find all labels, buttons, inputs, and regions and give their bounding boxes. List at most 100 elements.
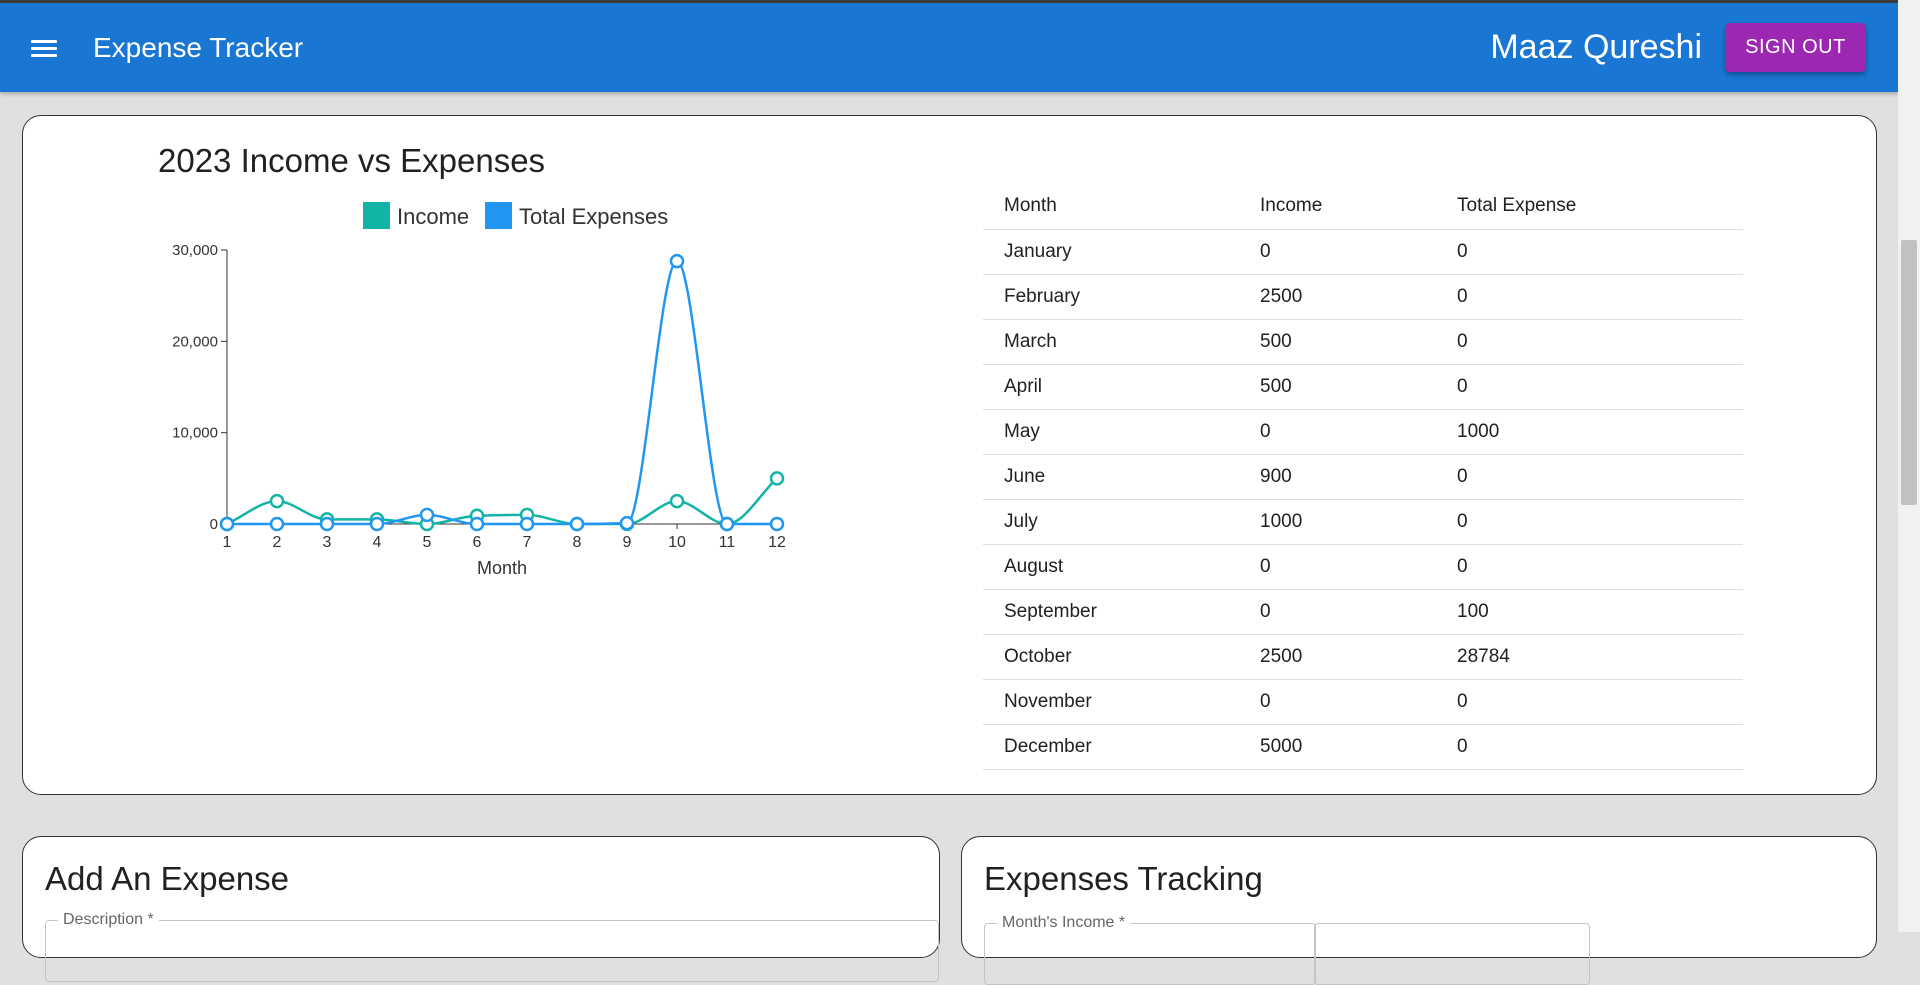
income-cell: 0 xyxy=(1239,409,1436,455)
user-name: Maaz Qureshi xyxy=(1490,28,1702,66)
table-row: April 500 0 xyxy=(983,364,1743,410)
table-row: September 0 100 xyxy=(983,589,1743,635)
x-tick-label: 7 xyxy=(523,534,532,551)
table-row: December 5000 0 xyxy=(983,724,1743,770)
x-tick-label: 2 xyxy=(273,534,282,551)
total-expenses-line xyxy=(227,259,777,526)
month-cell: October xyxy=(983,634,1239,680)
month-cell: June xyxy=(983,454,1239,500)
month-cell: January xyxy=(983,229,1239,275)
description-label: Description * xyxy=(58,911,159,929)
month-cell: December xyxy=(983,724,1239,770)
table-row: May 0 1000 xyxy=(983,409,1743,455)
scrollbar-thumb[interactable] xyxy=(1901,240,1917,505)
total-expenses-point xyxy=(269,516,285,532)
income-cell: 0 xyxy=(1239,589,1436,635)
legend-swatch xyxy=(485,202,512,229)
total-expenses-point xyxy=(719,516,735,532)
expense-cell: 0 xyxy=(1436,454,1743,500)
sign-out-button[interactable]: SIGN OUT xyxy=(1725,23,1866,72)
total-expenses-point xyxy=(469,516,485,532)
add-expense-heading: Add An Expense xyxy=(45,860,290,897)
total-expenses-point xyxy=(769,516,785,532)
x-tick-label: 4 xyxy=(373,534,382,551)
income-cell: 2500 xyxy=(1239,274,1436,320)
x-tick-label: 5 xyxy=(423,534,432,551)
table-row: November 0 0 xyxy=(983,679,1743,725)
income-point xyxy=(769,471,785,486)
page-scrollbar[interactable] xyxy=(1898,0,1920,932)
expense-cell: 0 xyxy=(1436,724,1743,770)
income-point xyxy=(269,493,285,509)
table-row: August 0 0 xyxy=(983,544,1743,590)
month-select-field[interactable] xyxy=(1314,923,1590,985)
month-income-field[interactable]: Month's Income * xyxy=(984,914,1316,985)
expense-cell: 0 xyxy=(1436,679,1743,725)
month-cell: April xyxy=(983,364,1239,410)
x-tick-label: 1 xyxy=(223,534,232,551)
month-cell: May xyxy=(983,409,1239,455)
income-cell: 1000 xyxy=(1239,499,1436,545)
expenses-tracking-heading: Expenses Tracking xyxy=(984,860,1263,897)
income-point xyxy=(669,493,685,509)
income-cell: 0 xyxy=(1239,229,1436,275)
description-field[interactable]: Description * xyxy=(45,911,939,982)
y-tick-label: 20,000 xyxy=(172,333,218,350)
x-tick-label: 3 xyxy=(323,534,332,551)
y-tick-label: 10,000 xyxy=(172,425,218,442)
table-header-row: Month Income Total Expense xyxy=(983,182,1743,230)
x-tick-label: 10 xyxy=(668,534,686,551)
expense-cell: 100 xyxy=(1436,589,1743,635)
expense-cell: 1000 xyxy=(1436,409,1743,455)
total-expenses-point xyxy=(619,515,635,531)
income-expense-summary-card: 2023 Income vs Expenses Income Total Expe… xyxy=(22,115,1877,795)
table-row: June 900 0 xyxy=(983,454,1743,500)
month-cell: August xyxy=(983,544,1239,590)
add-expense-card: Add An Expense Description * xyxy=(22,836,940,982)
month-cell: February xyxy=(983,274,1239,320)
expense-cell: 0 xyxy=(1436,364,1743,410)
column-header-income: Income xyxy=(1239,182,1436,230)
table-row: July 1000 0 xyxy=(983,499,1743,545)
income-expense-line-chart: Income Total Expenses 0 10,000 20,000 30,000 1… xyxy=(172,202,786,578)
income-cell: 0 xyxy=(1239,544,1436,590)
income-line xyxy=(226,477,778,526)
total-expenses-point xyxy=(219,516,235,532)
expense-cell: 0 xyxy=(1436,499,1743,545)
expense-cell: 28784 xyxy=(1436,634,1743,680)
legend-label: Total Expenses xyxy=(519,204,668,229)
income-cell: 2500 xyxy=(1239,634,1436,680)
total-expenses-point xyxy=(669,253,685,269)
x-tick-label: 6 xyxy=(473,534,482,551)
x-tick-label: 11 xyxy=(719,534,736,551)
app-bar: Expense Tracker Maaz Qureshi SIGN OUT xyxy=(0,3,1898,92)
expense-cell: 0 xyxy=(1436,229,1743,275)
total-expenses-point xyxy=(419,507,435,523)
total-expenses-point xyxy=(569,516,585,532)
income-cell: 5000 xyxy=(1239,724,1436,770)
monthly-summary-table: Month Income Total Expense January 0 0 Febr… xyxy=(983,182,1743,770)
month-cell: March xyxy=(983,319,1239,365)
legend-label: Income xyxy=(397,204,469,229)
month-income-label: Month's Income * xyxy=(997,914,1131,932)
total-expenses-point xyxy=(319,516,335,532)
table-row: October 2500 28784 xyxy=(983,634,1743,680)
month-cell: July xyxy=(983,499,1239,545)
total-expenses-point xyxy=(369,516,385,532)
income-cell: 500 xyxy=(1239,364,1436,410)
column-header-month: Month xyxy=(983,182,1239,230)
income-cell: 0 xyxy=(1239,679,1436,725)
income-cell: 500 xyxy=(1239,319,1436,365)
column-header-total-expense: Total Expense xyxy=(1436,182,1743,230)
y-tick-label: 0 xyxy=(210,516,218,533)
month-cell: November xyxy=(983,679,1239,725)
income-cell: 900 xyxy=(1239,454,1436,500)
month-cell: September xyxy=(983,589,1239,635)
expense-cell: 0 xyxy=(1436,544,1743,590)
x-tick-label: 8 xyxy=(573,534,582,551)
expense-cell: 0 xyxy=(1436,274,1743,320)
expense-cell: 0 xyxy=(1436,319,1743,365)
table-row: February 2500 0 xyxy=(983,274,1743,320)
hamburger-menu-icon[interactable] xyxy=(24,29,64,69)
table-row: January 0 0 xyxy=(983,229,1743,275)
